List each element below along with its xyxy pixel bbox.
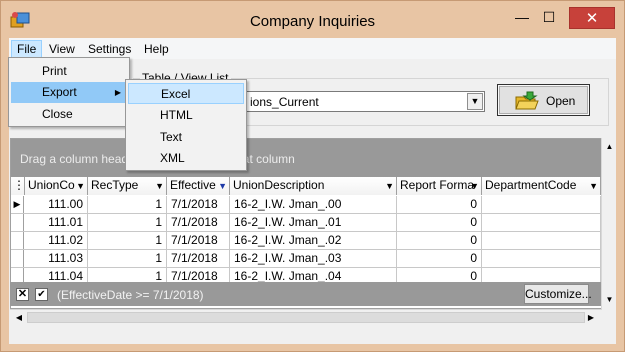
cell-departmentcode[interactable] — [482, 214, 601, 231]
filter-dropdown-icon[interactable]: ▼ — [470, 177, 479, 195]
column-header-label: RecType — [91, 178, 139, 192]
table-row[interactable]: 111.02 1 7/1/2018 16-2_I.W. Jman_.02 0 — [11, 232, 601, 250]
current-row-indicator-icon: ▶ — [11, 196, 24, 213]
chevron-down-icon[interactable]: ▼ — [467, 93, 483, 110]
column-header-departmentcode[interactable]: DepartmentCode ▼ — [482, 177, 601, 195]
menu-item-label: Close — [42, 107, 73, 121]
horizontal-scrollbar[interactable]: ◀ ▶ — [10, 309, 602, 325]
menu-help[interactable]: Help — [138, 40, 175, 59]
open-button-label: Open — [546, 94, 576, 108]
app-window: Company Inquiries — ☐ ✕ File View Settin… — [0, 0, 625, 352]
submenu-arrow-icon: ▶ — [114, 88, 121, 97]
menu-item-export[interactable]: Export ▶ — [11, 82, 127, 103]
cell-uniondescription[interactable]: 16-2_I.W. Jman_.03 — [230, 250, 397, 267]
column-header-effective[interactable]: Effective ▼ — [167, 177, 230, 195]
maximize-button[interactable]: ☐ — [536, 7, 562, 29]
cell-departmentcode[interactable] — [482, 232, 601, 249]
menu-item-export-html[interactable]: HTML — [128, 105, 244, 126]
cell-effective[interactable]: 7/1/2018 — [167, 214, 230, 231]
column-header-uniondescription[interactable]: UnionDescription ▼ — [230, 177, 397, 195]
menu-item-label: XML — [160, 151, 185, 165]
cell-uniondescription[interactable]: 16-2_I.W. Jman_.02 — [230, 232, 397, 249]
table-row[interactable]: 111.03 1 7/1/2018 16-2_I.W. Jman_.03 0 — [11, 250, 601, 268]
clear-filter-icon[interactable]: ✕ — [16, 288, 29, 301]
cell-rectype[interactable]: 1 — [88, 196, 167, 213]
column-chooser-icon[interactable]: ⋮ — [11, 177, 25, 195]
scroll-right-icon[interactable]: ▶ — [584, 310, 598, 325]
menu-item-print[interactable]: Print — [11, 61, 127, 82]
cell-effective[interactable]: 7/1/2018 — [167, 232, 230, 249]
cell-departmentcode[interactable] — [482, 250, 601, 267]
cell-rectype[interactable]: 1 — [88, 250, 167, 267]
filter-dropdown-icon[interactable]: ▼ — [385, 177, 394, 195]
table-view-combobox-value: ions_Current — [250, 95, 319, 109]
column-header-label: UnionDescription — [233, 178, 325, 192]
column-header-rectype[interactable]: RecType ▼ — [88, 177, 167, 195]
table-view-combobox[interactable]: ions_Current ▼ — [245, 91, 485, 112]
filter-dropdown-icon[interactable]: ▼ — [589, 177, 598, 195]
cell-effective[interactable]: 7/1/2018 — [167, 196, 230, 213]
cell-report-format[interactable]: 0 — [397, 196, 482, 213]
cell-unionco[interactable]: 111.01 — [25, 214, 88, 231]
column-header-label: Effective — [170, 178, 216, 192]
customize-button[interactable]: Customize... — [524, 284, 592, 304]
cell-report-format[interactable]: 0 — [397, 250, 482, 267]
title-bar: Company Inquiries — ☐ ✕ — [1, 1, 624, 37]
column-header-unionco[interactable]: UnionCo ▼ — [25, 177, 88, 195]
cell-uniondescription[interactable]: 16-2_I.W. Jman_.00 — [230, 196, 397, 213]
menu-item-export-xml[interactable]: XML — [128, 148, 244, 169]
cell-departmentcode[interactable] — [482, 196, 601, 213]
row-selector[interactable] — [11, 250, 24, 267]
menu-item-label: HTML — [160, 108, 193, 122]
grid-header: ⋮ UnionCo ▼ RecType ▼ Effective ▼ UnionDesc… — [11, 177, 601, 195]
filter-active-icon[interactable]: ▼ — [218, 177, 227, 195]
vertical-scrollbar[interactable]: ▲ ▼ — [601, 138, 616, 309]
column-header-label: DepartmentCode — [485, 178, 577, 192]
group-by-panel[interactable]: Drag a column header here to group by th… — [11, 139, 601, 177]
close-window-button[interactable]: ✕ — [569, 7, 615, 29]
minimize-button[interactable]: — — [509, 7, 535, 29]
filter-expression[interactable]: (EffectiveDate >= 7/1/2018) — [57, 288, 204, 302]
cell-unionco[interactable]: 111.03 — [25, 250, 88, 267]
menu-item-label: Text — [160, 130, 183, 144]
filter-bar: ✕ ✔ (EffectiveDate >= 7/1/2018) Customiz… — [10, 282, 602, 306]
menu-bar: File View Settings Help — [9, 38, 616, 59]
menu-item-close[interactable]: Close — [11, 104, 127, 125]
scroll-down-icon[interactable]: ▼ — [603, 293, 616, 307]
file-menu-dropdown: Print Export ▶ Close — [8, 57, 130, 127]
cell-uniondescription[interactable]: 16-2_I.W. Jman_.01 — [230, 214, 397, 231]
menu-item-label: Print — [42, 64, 67, 78]
filter-dropdown-icon[interactable]: ▼ — [155, 177, 164, 195]
menu-item-export-excel[interactable]: Excel — [128, 83, 244, 104]
open-button[interactable]: Open — [497, 84, 590, 116]
cell-rectype[interactable]: 1 — [88, 214, 167, 231]
row-selector[interactable] — [11, 214, 24, 231]
row-selector[interactable] — [11, 232, 24, 249]
column-header-label: Report Forma — [400, 178, 475, 192]
column-header-label: UnionCo — [28, 178, 75, 192]
scroll-up-icon[interactable]: ▲ — [603, 140, 616, 154]
export-submenu: Excel HTML Text XML — [125, 79, 247, 171]
menu-item-label: Export — [42, 85, 77, 99]
cell-effective[interactable]: 7/1/2018 — [167, 250, 230, 267]
table-row[interactable]: ▶ 111.00 1 7/1/2018 16-2_I.W. Jman_.00 0 — [11, 196, 601, 214]
menu-item-export-text[interactable]: Text — [128, 127, 244, 148]
menu-item-label: Excel — [161, 87, 191, 101]
cell-report-format[interactable]: 0 — [397, 232, 482, 249]
cell-unionco[interactable]: 111.00 — [25, 196, 88, 213]
filter-dropdown-icon[interactable]: ▼ — [76, 177, 85, 195]
enable-filter-checkbox[interactable]: ✔ — [35, 288, 48, 301]
cell-unionco[interactable]: 111.02 — [25, 232, 88, 249]
horizontal-scroll-thumb[interactable] — [27, 312, 585, 323]
cell-rectype[interactable]: 1 — [88, 232, 167, 249]
table-row[interactable]: 111.01 1 7/1/2018 16-2_I.W. Jman_.01 0 — [11, 214, 601, 232]
scroll-left-icon[interactable]: ◀ — [12, 310, 26, 325]
column-header-report-format[interactable]: Report Forma ▼ — [397, 177, 482, 195]
cell-report-format[interactable]: 0 — [397, 214, 482, 231]
open-folder-icon — [515, 91, 539, 110]
